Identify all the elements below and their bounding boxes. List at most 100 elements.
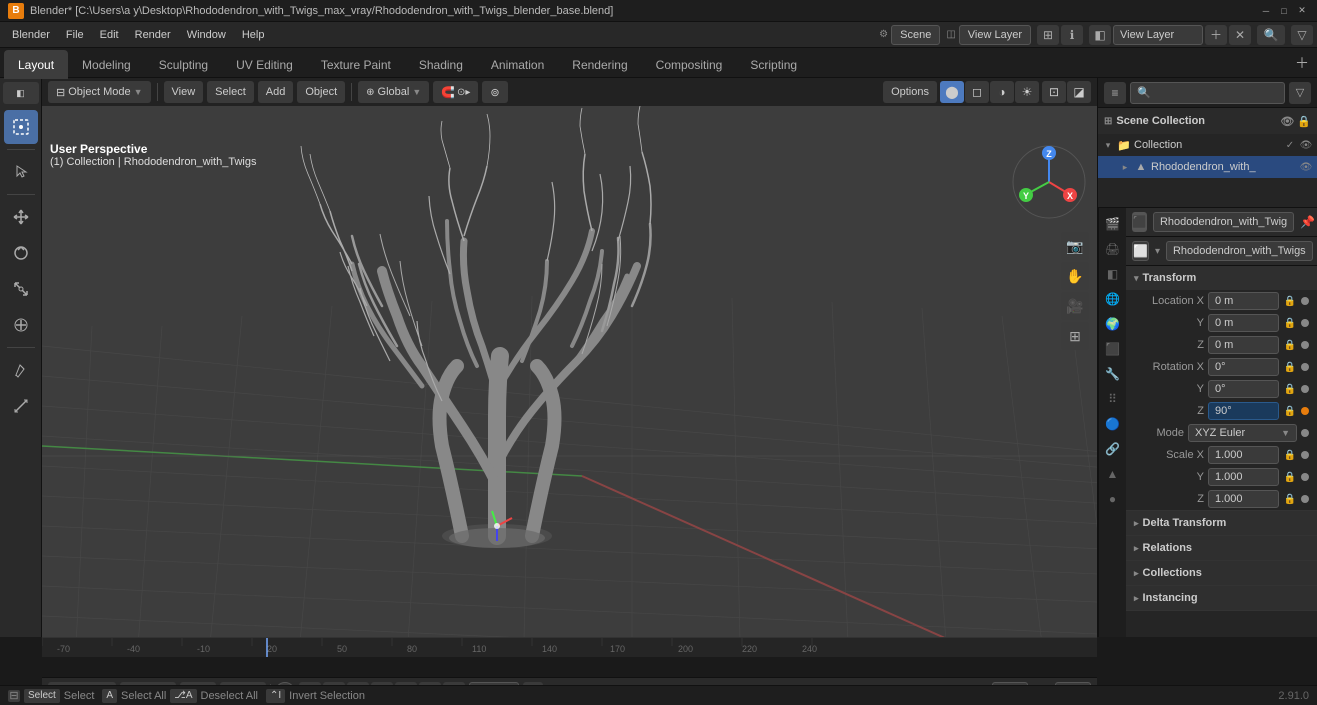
header-info-icon[interactable]: ℹ	[1061, 25, 1083, 45]
tab-uv-editing[interactable]: UV Editing	[222, 50, 307, 79]
collection-eye-btn[interactable]: 👁	[1299, 138, 1313, 152]
mode-select[interactable]: XYZ Euler ▼	[1188, 424, 1297, 442]
location-x-lock[interactable]: 🔒	[1283, 294, 1297, 308]
mesh-visible-btn[interactable]: 👁	[1299, 160, 1313, 174]
instancing-header[interactable]: ▸ Instancing	[1126, 586, 1317, 610]
rotation-x-lock[interactable]: 🔒	[1283, 360, 1297, 374]
rotation-z-dot[interactable]	[1301, 407, 1309, 415]
particles-props-btn[interactable]: ⠿	[1101, 387, 1125, 411]
tab-layout[interactable]: Layout	[4, 50, 68, 79]
scale-x-value[interactable]: 1.000	[1208, 446, 1279, 464]
location-x-dot[interactable]	[1301, 297, 1309, 305]
viewport-3d[interactable]: ⊟ Object Mode ▼ View Select Add Object ⊕…	[42, 78, 1097, 637]
location-y-lock[interactable]: 🔒	[1283, 316, 1297, 330]
view-layer-icon2[interactable]: ◧	[1089, 25, 1111, 45]
view-grid-btn[interactable]: ⊞	[1061, 322, 1089, 350]
mode-selector[interactable]: ◧	[3, 82, 39, 104]
close-button[interactable]: ✕	[1295, 4, 1309, 18]
constraints-props-btn[interactable]: 🔗	[1101, 437, 1125, 461]
data-name-dropdown[interactable]: Rhododendron_with_Twigs	[1166, 241, 1313, 261]
location-z-value[interactable]: 0 m	[1208, 336, 1279, 354]
rendered-mode-btn[interactable]: ☀	[1015, 81, 1039, 103]
minimize-button[interactable]: ─	[1259, 4, 1273, 18]
annotate-tool-btn[interactable]	[4, 353, 38, 387]
outliner-mesh-item[interactable]: ▸ ▲ Rhododendron_with_ 👁	[1098, 156, 1317, 178]
scale-x-lock[interactable]: 🔒	[1283, 448, 1297, 462]
object-props-btn[interactable]: ⬛	[1101, 337, 1125, 361]
move-tool-btn[interactable]	[4, 200, 38, 234]
x-ray-btn[interactable]: ◪	[1067, 81, 1091, 103]
pan-btn[interactable]: ✋	[1061, 262, 1089, 290]
transform-orientation-btn[interactable]: ⊕ Global ▼	[358, 81, 429, 103]
mode-dot[interactable]	[1301, 429, 1309, 437]
object-menu-btn[interactable]: Object	[297, 81, 345, 103]
location-z-dot[interactable]	[1301, 341, 1309, 349]
world-props-btn[interactable]: 🌍	[1101, 312, 1125, 336]
rotate-tool-btn[interactable]	[4, 236, 38, 270]
collections-header[interactable]: ▸ Collections	[1126, 561, 1317, 585]
rotation-z-lock[interactable]: 🔒	[1283, 404, 1297, 418]
menu-render[interactable]: Render	[127, 25, 179, 45]
scale-y-dot[interactable]	[1301, 473, 1309, 481]
scale-z-lock[interactable]: 🔒	[1283, 492, 1297, 506]
output-props-btn[interactable]: 🖨	[1101, 237, 1125, 261]
expand-collection-icon[interactable]: ▾	[1102, 139, 1114, 151]
scale-z-value[interactable]: 1.000	[1208, 490, 1279, 508]
wireframe-mode-btn[interactable]: ◻	[965, 81, 989, 103]
view-layer-label[interactable]: View Layer	[959, 25, 1031, 45]
scale-z-dot[interactable]	[1301, 495, 1309, 503]
relations-header[interactable]: ▸ Relations	[1126, 536, 1317, 560]
menu-window[interactable]: Window	[179, 25, 234, 45]
zoom-camera-btn[interactable]: 📷	[1061, 232, 1089, 260]
maximize-button[interactable]: □	[1277, 4, 1291, 18]
material-preview-btn[interactable]: ◑	[990, 81, 1014, 103]
delta-transform-header[interactable]: ▸ Delta Transform	[1126, 511, 1317, 535]
outliner-display-filter-btn[interactable]: ▽	[1289, 82, 1311, 104]
cursor-tool-btn[interactable]	[4, 155, 38, 189]
rotation-y-value[interactable]: 0°	[1208, 380, 1279, 398]
location-z-lock[interactable]: 🔒	[1283, 338, 1297, 352]
snap-btn[interactable]: 🧲 ⊙▸	[433, 81, 478, 103]
collection-visible-btn[interactable]: ✓	[1283, 138, 1297, 152]
outliner-filter-btn[interactable]: ≡	[1104, 82, 1126, 104]
proportional-edit-btn[interactable]: ⊚	[482, 81, 507, 103]
viewport-overlays-btn[interactable]: ⊡	[1042, 81, 1066, 103]
tab-modeling[interactable]: Modeling	[68, 50, 145, 79]
outliner-visible-icon[interactable]: 👁	[1280, 115, 1294, 128]
data-props-btn[interactable]: ▲	[1101, 462, 1125, 486]
menu-help[interactable]: Help	[234, 25, 273, 45]
physics-props-btn[interactable]: 🔵	[1101, 412, 1125, 436]
scale-x-dot[interactable]	[1301, 451, 1309, 459]
measure-tool-btn[interactable]	[4, 389, 38, 423]
scene-props-btn[interactable]: 🌐	[1101, 287, 1125, 311]
nav-gizmo[interactable]: Z X Y	[1009, 142, 1089, 222]
location-x-value[interactable]: 0 m	[1208, 292, 1279, 310]
view-layer-props-btn[interactable]: ◧	[1101, 262, 1125, 286]
menu-blender[interactable]: Blender	[4, 25, 58, 45]
tab-animation[interactable]: Animation	[477, 50, 558, 79]
scale-y-lock[interactable]: 🔒	[1283, 470, 1297, 484]
add-menu-btn[interactable]: Add	[258, 81, 294, 103]
object-name-field[interactable]: Rhododendron_with_Twig	[1153, 212, 1294, 232]
rotation-x-value[interactable]: 0°	[1208, 358, 1279, 376]
tab-scripting[interactable]: Scripting	[736, 50, 811, 79]
outliner-restrict-icon[interactable]: 🔒	[1297, 115, 1311, 128]
select-box-tool-btn[interactable]	[4, 110, 38, 144]
tab-shading[interactable]: Shading	[405, 50, 477, 79]
modifier-props-btn[interactable]: 🔧	[1101, 362, 1125, 386]
scene-name-display[interactable]: Scene	[891, 25, 940, 45]
global-search-btn[interactable]: 🔍	[1257, 25, 1285, 45]
scale-tool-btn[interactable]	[4, 272, 38, 306]
add-workspace-btn[interactable]: ＋	[1291, 52, 1313, 74]
menu-file[interactable]: File	[58, 25, 92, 45]
tab-compositing[interactable]: Compositing	[642, 50, 737, 79]
view-layer-name[interactable]: View Layer	[1113, 25, 1203, 45]
filter-btn[interactable]: ▽	[1291, 25, 1313, 45]
select-menu-btn[interactable]: Select	[207, 81, 254, 103]
remove-view-layer-btn[interactable]: ✕	[1229, 25, 1251, 45]
outliner-collection-item[interactable]: ▾ 📁 Collection ✓ 👁	[1098, 134, 1317, 156]
expand-mesh-icon[interactable]: ▸	[1119, 161, 1131, 173]
location-y-value[interactable]: 0 m	[1208, 314, 1279, 332]
scene-selector[interactable]: ⚙ Scene	[879, 25, 940, 45]
camera-view-btn[interactable]: 🎥	[1061, 292, 1089, 320]
